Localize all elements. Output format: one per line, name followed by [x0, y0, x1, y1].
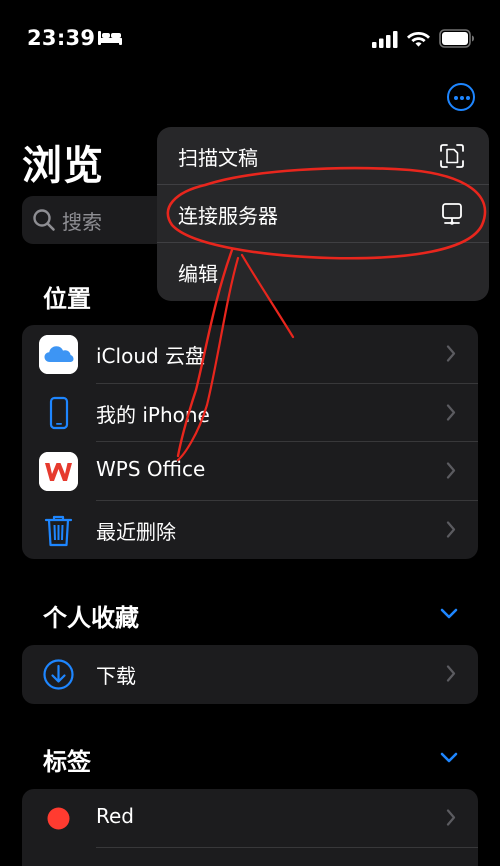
more-icon	[454, 96, 458, 100]
list-item-tag-red[interactable]: Red	[22, 789, 478, 848]
scan-document-icon	[440, 144, 464, 168]
list-item-label: 我的 iPhone	[96, 402, 210, 427]
chevron-right-icon	[446, 403, 456, 421]
list-item-label: WPS Office	[96, 457, 206, 481]
chevron-down-icon[interactable]	[440, 752, 458, 763]
list-item-label: iCloud 云盘	[96, 344, 206, 368]
list-item-label: Red	[96, 804, 134, 828]
menu-item-edit[interactable]: 编辑	[157, 243, 489, 301]
locations-list: iCloud 云盘 我的 iPhone WPS Office 最近删除	[22, 325, 478, 559]
section-header-favorites: 个人收藏	[43, 604, 139, 632]
menu-item-label: 连接服务器	[178, 204, 278, 228]
list-item-icloud[interactable]: iCloud 云盘	[22, 325, 478, 384]
bed-icon	[98, 31, 122, 45]
chevron-right-icon	[446, 462, 456, 479]
menu-item-label: 扫描文稿	[178, 146, 258, 170]
page-title: 浏览	[22, 143, 104, 189]
favorites-list: 下载	[22, 645, 478, 704]
list-item-recently-deleted[interactable]: 最近删除	[22, 501, 478, 560]
red-tag-dot-icon	[47, 807, 70, 830]
chevron-down-icon[interactable]	[440, 608, 458, 619]
icloud-icon	[39, 335, 78, 374]
section-header-locations: 位置	[43, 285, 91, 313]
chevron-right-icon	[446, 809, 456, 826]
list-item-label: 最近删除	[96, 519, 176, 544]
tags-list: Red	[22, 789, 478, 866]
trash-icon	[44, 515, 73, 546]
wps-icon	[39, 452, 78, 491]
section-header-tags: 标签	[43, 748, 91, 776]
signal-icon	[372, 31, 398, 48]
menu-item-scan-documents[interactable]: 扫描文稿	[157, 127, 489, 185]
status-bar: 23:39	[0, 0, 500, 80]
status-time: 23:39	[27, 26, 96, 50]
chevron-right-icon	[446, 665, 456, 682]
search-input[interactable]: 搜索	[62, 206, 102, 235]
wifi-icon	[407, 32, 430, 47]
list-item-downloads[interactable]: 下载	[22, 645, 478, 704]
iphone-icon	[49, 396, 69, 429]
search-icon	[33, 209, 55, 231]
more-button[interactable]	[447, 83, 475, 111]
list-item-label: 下载	[96, 664, 136, 688]
menu-item-label: 编辑	[178, 262, 218, 286]
server-icon	[442, 203, 462, 225]
chevron-right-icon	[446, 345, 456, 362]
battery-icon	[439, 29, 474, 48]
list-item-wps-office[interactable]: WPS Office	[22, 442, 478, 501]
list-item-my-iphone[interactable]: 我的 iPhone	[22, 384, 478, 442]
menu-item-connect-server[interactable]: 连接服务器	[157, 185, 489, 243]
download-icon	[43, 659, 74, 690]
more-menu: 扫描文稿 连接服务器 编辑	[157, 127, 489, 301]
chevron-right-icon	[446, 520, 456, 538]
